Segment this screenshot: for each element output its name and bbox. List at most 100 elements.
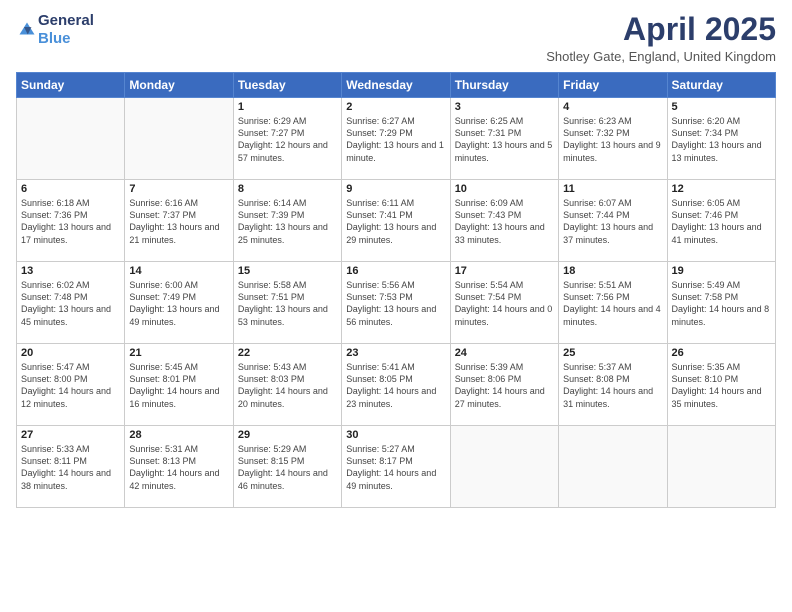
day-number: 13	[21, 265, 120, 277]
calendar-cell: 4Sunrise: 6:23 AMSunset: 7:32 PMDaylight…	[559, 98, 667, 180]
day-info: Sunrise: 5:49 AMSunset: 7:58 PMDaylight:…	[672, 279, 771, 328]
calendar-week-4: 20 Sunrise: 5:47 AMSunset: 8:00 PMDayligh…	[17, 344, 776, 426]
calendar-week-5: 27Sunrise: 5:33 AMSunset: 8:11 PMDayligh…	[17, 426, 776, 508]
day-number: 8	[238, 183, 337, 195]
calendar-cell: 25 Sunrise: 5:37 AMSunset: 8:08 PMDayligh…	[559, 344, 667, 426]
calendar-cell: 13 Sunrise: 6:02 AMSunset: 7:48 PMDayligh…	[17, 262, 125, 344]
day-info: Sunrise: 6:29 AMSunset: 7:27 PMDaylight:…	[238, 115, 337, 164]
calendar-table: Sunday Monday Tuesday Wednesday Thursday…	[16, 72, 776, 508]
calendar-title: April 2025	[546, 12, 776, 47]
col-wednesday: Wednesday	[342, 73, 450, 98]
day-number: 1	[238, 101, 337, 113]
day-info: Sunrise: 6:18 AMSunset: 7:36 PMDaylight:…	[21, 197, 120, 246]
day-number: 22	[238, 347, 337, 359]
calendar-week-3: 13 Sunrise: 6:02 AMSunset: 7:48 PMDayligh…	[17, 262, 776, 344]
day-number: 5	[672, 101, 771, 113]
day-number: 9	[346, 183, 445, 195]
day-info: Sunrise: 5:54 AMSunset: 7:54 PMDaylight:…	[455, 279, 554, 328]
day-info: Sunrise: 6:07 AMSunset: 7:44 PMDaylight:…	[563, 197, 662, 246]
day-info: Sunrise: 6:11 AMSunset: 7:41 PMDaylight:…	[346, 197, 445, 246]
day-info: Sunrise: 6:25 AMSunset: 7:31 PMDaylight:…	[455, 115, 554, 164]
day-info: Sunrise: 6:16 AMSunset: 7:37 PMDaylight:…	[129, 197, 228, 246]
calendar-cell: 20 Sunrise: 5:47 AMSunset: 8:00 PMDayligh…	[17, 344, 125, 426]
logo-blue: Blue	[38, 30, 71, 47]
calendar-cell: 19 Sunrise: 5:49 AMSunset: 7:58 PMDayligh…	[667, 262, 775, 344]
day-number: 14	[129, 265, 228, 277]
day-info: Sunrise: 5:43 AMSunset: 8:03 PMDaylight:…	[238, 361, 337, 410]
day-info: Sunrise: 5:58 AMSunset: 7:51 PMDaylight:…	[238, 279, 337, 328]
day-info: Sunrise: 5:29 AMSunset: 8:15 PMDaylight:…	[238, 443, 337, 492]
calendar-cell: 8 Sunrise: 6:14 AMSunset: 7:39 PMDaylight…	[233, 180, 341, 262]
day-number: 3	[455, 101, 554, 113]
logo-general: General	[38, 12, 94, 29]
page: General Blue April 2025 Shotley Gate, En…	[0, 0, 792, 612]
calendar-cell: 6Sunrise: 6:18 AMSunset: 7:36 PMDaylight…	[17, 180, 125, 262]
calendar-cell: 3 Sunrise: 6:25 AMSunset: 7:31 PMDaylight…	[450, 98, 558, 180]
calendar-cell: 23 Sunrise: 5:41 AMSunset: 8:05 PMDayligh…	[342, 344, 450, 426]
weekday-header-row: Sunday Monday Tuesday Wednesday Thursday…	[17, 73, 776, 98]
col-monday: Monday	[125, 73, 233, 98]
logo-icon	[18, 21, 36, 39]
day-info: Sunrise: 5:41 AMSunset: 8:05 PMDaylight:…	[346, 361, 445, 410]
calendar-cell	[17, 98, 125, 180]
day-info: Sunrise: 6:23 AMSunset: 7:32 PMDaylight:…	[563, 115, 662, 164]
calendar-cell: 22 Sunrise: 5:43 AMSunset: 8:03 PMDayligh…	[233, 344, 341, 426]
calendar-cell	[125, 98, 233, 180]
day-info: Sunrise: 6:05 AMSunset: 7:46 PMDaylight:…	[672, 197, 771, 246]
day-number: 12	[672, 183, 771, 195]
calendar-cell: 12 Sunrise: 6:05 AMSunset: 7:46 PMDayligh…	[667, 180, 775, 262]
day-info: Sunrise: 5:51 AMSunset: 7:56 PMDaylight:…	[563, 279, 662, 328]
col-sunday: Sunday	[17, 73, 125, 98]
day-info: Sunrise: 5:56 AMSunset: 7:53 PMDaylight:…	[346, 279, 445, 328]
day-number: 24	[455, 347, 554, 359]
day-info: Sunrise: 5:37 AMSunset: 8:08 PMDaylight:…	[563, 361, 662, 410]
col-thursday: Thursday	[450, 73, 558, 98]
calendar-cell: 17Sunrise: 5:54 AMSunset: 7:54 PMDayligh…	[450, 262, 558, 344]
day-number: 28	[129, 429, 228, 441]
day-info: Sunrise: 6:27 AMSunset: 7:29 PMDaylight:…	[346, 115, 445, 164]
calendar-cell	[667, 426, 775, 508]
day-info: Sunrise: 5:45 AMSunset: 8:01 PMDaylight:…	[129, 361, 228, 410]
col-friday: Friday	[559, 73, 667, 98]
calendar-cell: 15 Sunrise: 5:58 AMSunset: 7:51 PMDayligh…	[233, 262, 341, 344]
calendar-location: Shotley Gate, England, United Kingdom	[546, 49, 776, 64]
day-info: Sunrise: 6:09 AMSunset: 7:43 PMDaylight:…	[455, 197, 554, 246]
calendar-cell: 29 Sunrise: 5:29 AMSunset: 8:15 PMDayligh…	[233, 426, 341, 508]
calendar-cell: 11 Sunrise: 6:07 AMSunset: 7:44 PMDayligh…	[559, 180, 667, 262]
day-number: 15	[238, 265, 337, 277]
day-info: Sunrise: 6:02 AMSunset: 7:48 PMDaylight:…	[21, 279, 120, 328]
day-number: 29	[238, 429, 337, 441]
calendar-cell: 10Sunrise: 6:09 AMSunset: 7:43 PMDayligh…	[450, 180, 558, 262]
calendar-cell: 7 Sunrise: 6:16 AMSunset: 7:37 PMDaylight…	[125, 180, 233, 262]
header-right: April 2025 Shotley Gate, England, United…	[546, 12, 776, 64]
calendar-cell: 27Sunrise: 5:33 AMSunset: 8:11 PMDayligh…	[17, 426, 125, 508]
calendar-cell: 18 Sunrise: 5:51 AMSunset: 7:56 PMDayligh…	[559, 262, 667, 344]
day-number: 19	[672, 265, 771, 277]
day-number: 25	[563, 347, 662, 359]
calendar-cell: 5Sunrise: 6:20 AMSunset: 7:34 PMDaylight…	[667, 98, 775, 180]
day-number: 7	[129, 183, 228, 195]
calendar-cell	[559, 426, 667, 508]
calendar-cell: 24 Sunrise: 5:39 AMSunset: 8:06 PMDayligh…	[450, 344, 558, 426]
day-number: 18	[563, 265, 662, 277]
day-info: Sunrise: 5:47 AMSunset: 8:00 PMDaylight:…	[21, 361, 120, 410]
calendar-cell: 30 Sunrise: 5:27 AMSunset: 8:17 PMDayligh…	[342, 426, 450, 508]
day-info: Sunrise: 5:31 AMSunset: 8:13 PMDaylight:…	[129, 443, 228, 492]
day-info: Sunrise: 5:39 AMSunset: 8:06 PMDaylight:…	[455, 361, 554, 410]
day-number: 23	[346, 347, 445, 359]
day-number: 30	[346, 429, 445, 441]
day-number: 26	[672, 347, 771, 359]
day-info: Sunrise: 6:00 AMSunset: 7:49 PMDaylight:…	[129, 279, 228, 328]
calendar-week-2: 6Sunrise: 6:18 AMSunset: 7:36 PMDaylight…	[17, 180, 776, 262]
day-number: 20	[21, 347, 120, 359]
calendar-cell: 16Sunrise: 5:56 AMSunset: 7:53 PMDayligh…	[342, 262, 450, 344]
logo: General Blue	[16, 12, 94, 48]
day-info: Sunrise: 6:14 AMSunset: 7:39 PMDaylight:…	[238, 197, 337, 246]
day-info: Sunrise: 5:35 AMSunset: 8:10 PMDaylight:…	[672, 361, 771, 410]
day-number: 11	[563, 183, 662, 195]
calendar-week-1: 1 Sunrise: 6:29 AMSunset: 7:27 PMDaylight…	[17, 98, 776, 180]
calendar-cell: 21Sunrise: 5:45 AMSunset: 8:01 PMDayligh…	[125, 344, 233, 426]
day-info: Sunrise: 5:27 AMSunset: 8:17 PMDaylight:…	[346, 443, 445, 492]
calendar-cell: 9 Sunrise: 6:11 AMSunset: 7:41 PMDaylight…	[342, 180, 450, 262]
calendar-cell	[450, 426, 558, 508]
